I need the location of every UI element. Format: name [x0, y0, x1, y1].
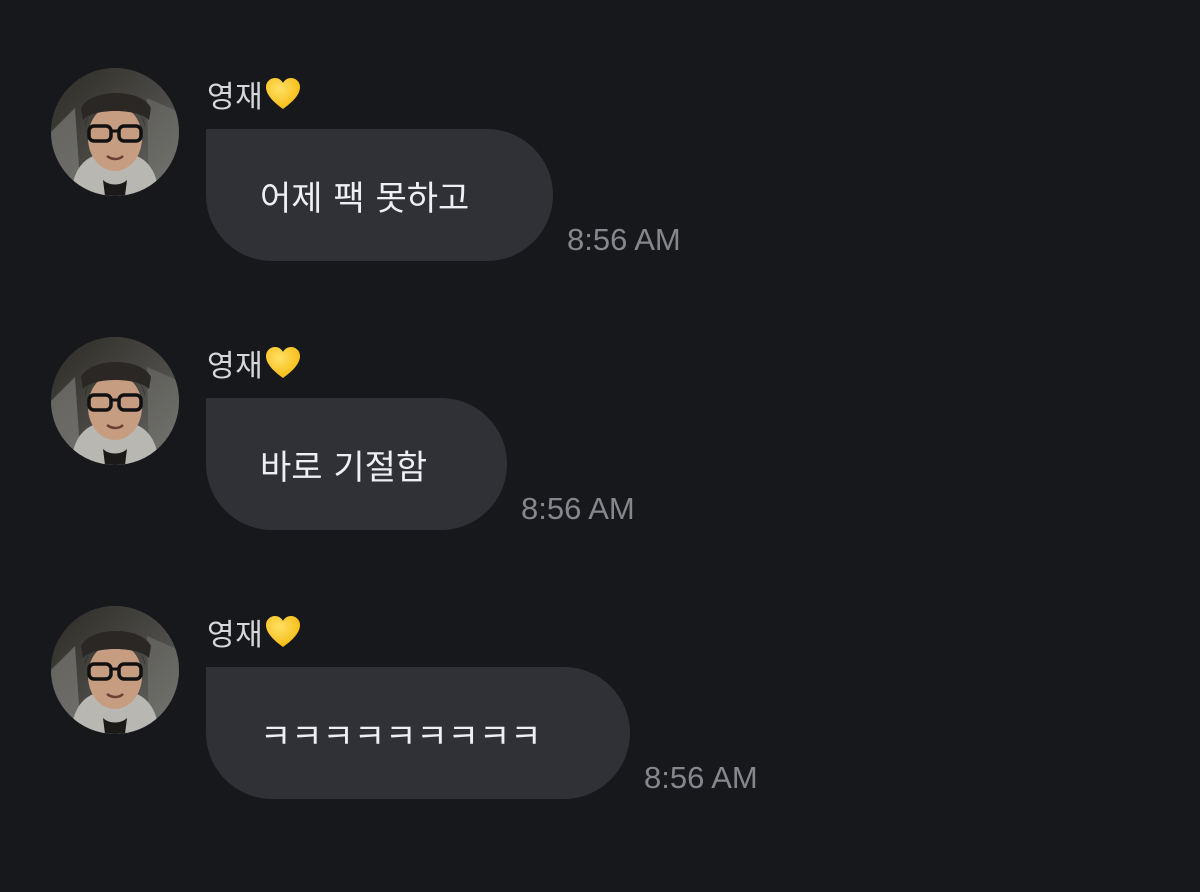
message-group: 영재 어제 팩 못하고 8:56 AM	[0, 68, 1200, 298]
yellow-heart-icon	[265, 615, 301, 649]
sender-name[interactable]: 영재	[207, 343, 301, 384]
yellow-heart-icon	[265, 77, 301, 111]
message-bubble[interactable]: ㅋㅋㅋㅋㅋㅋㅋㅋㅋ	[206, 667, 630, 799]
message-bubble[interactable]: 바로 기절함	[206, 398, 507, 530]
message-text: 어제 팩 못하고	[260, 178, 470, 219]
message-timestamp: 8:56 AM	[644, 760, 758, 795]
chat-view: 영재 어제 팩 못하고 8:56 AM 영재 바로 기절함 8:56 AM 영재…	[0, 0, 1200, 892]
message-timestamp: 8:56 AM	[567, 222, 681, 257]
avatar[interactable]	[51, 337, 179, 465]
message-bubble[interactable]: 어제 팩 못하고	[206, 129, 553, 261]
sender-name[interactable]: 영재	[207, 612, 301, 653]
message-text: 바로 기절함	[260, 447, 428, 488]
message-group: 영재 바로 기절함 8:56 AM	[0, 337, 1200, 567]
yellow-heart-icon	[265, 346, 301, 380]
message-text: ㅋㅋㅋㅋㅋㅋㅋㅋㅋ	[260, 716, 542, 757]
avatar-photo	[51, 606, 179, 734]
sender-label: 영재	[207, 618, 264, 653]
sender-label: 영재	[207, 80, 264, 115]
avatar-photo	[51, 68, 179, 196]
message-timestamp: 8:56 AM	[521, 491, 635, 526]
sender-label: 영재	[207, 349, 264, 384]
message-group: 영재 ㅋㅋㅋㅋㅋㅋㅋㅋㅋ 8:56 AM	[0, 606, 1200, 836]
avatar[interactable]	[51, 606, 179, 734]
sender-name[interactable]: 영재	[207, 74, 301, 115]
avatar[interactable]	[51, 68, 179, 196]
avatar-photo	[51, 337, 179, 465]
